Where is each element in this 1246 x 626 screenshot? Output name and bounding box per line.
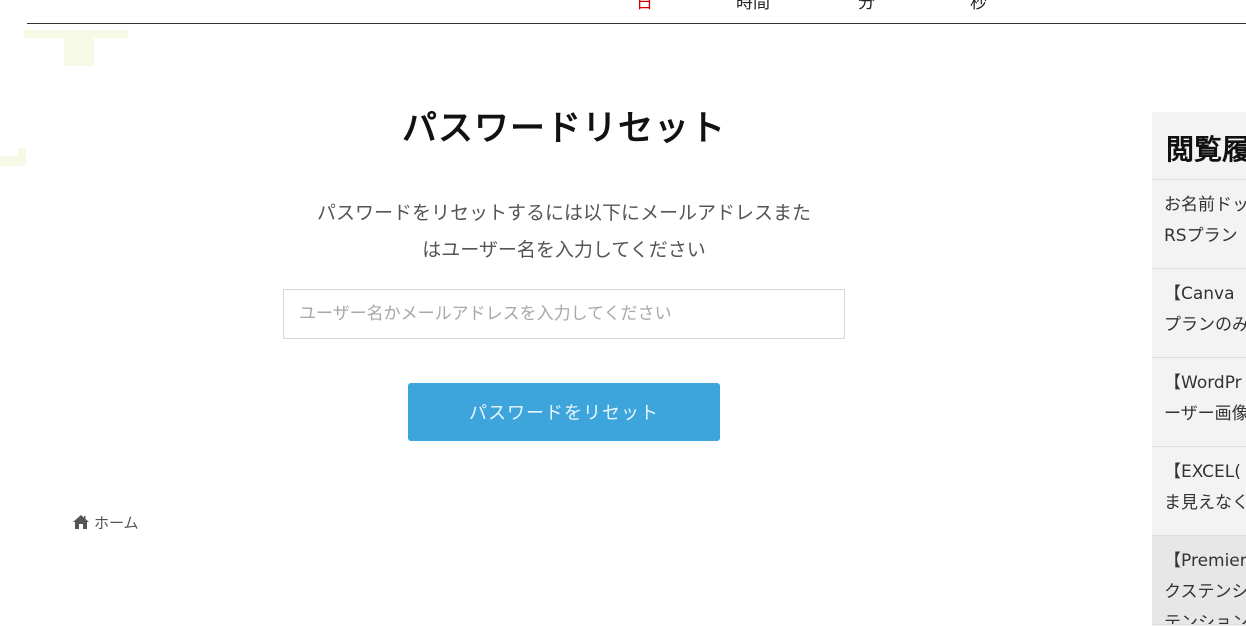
reset-instructions-line: はユーザー名を入力してください xyxy=(422,239,706,261)
history-item-title: 【Premier xyxy=(1164,551,1246,571)
sidebar-heading: 閲覧履 xyxy=(1152,112,1246,180)
history-item-title: お名前ドッ xyxy=(1164,195,1246,215)
history-item-title: RSプラン xyxy=(1164,226,1238,246)
countdown-hour-label: 時間 xyxy=(736,0,770,13)
username-or-email-input[interactable] xyxy=(283,289,845,339)
history-item-title: クステンシ xyxy=(1164,582,1246,602)
background-decoration xyxy=(0,148,26,166)
page-title: パスワードリセット xyxy=(401,109,726,149)
reset-instructions: パスワードをリセットするには以下にメールアドレスまた はユーザー名を入力してくだ… xyxy=(283,195,845,269)
history-item-title: 【Canva xyxy=(1164,284,1235,304)
history-item[interactable]: お名前ドッ RSプラン xyxy=(1152,180,1246,269)
breadcrumb-home-link[interactable]: ホーム xyxy=(94,512,139,533)
history-item-title: 【EXCEL( xyxy=(1164,462,1241,482)
countdown-divider xyxy=(27,23,1246,24)
history-item-title: テンション xyxy=(1164,613,1246,625)
history-item-title: 【WordPr xyxy=(1164,373,1242,393)
history-item-title: ーザー画像 xyxy=(1164,404,1246,424)
countdown-bar: 日 時間 分 秒 xyxy=(0,0,1246,24)
history-item-title: プランのみ xyxy=(1164,315,1246,335)
countdown-minute-label: 分 xyxy=(858,0,875,13)
reset-password-button[interactable]: パスワードをリセット xyxy=(408,383,720,441)
countdown-second-label: 秒 xyxy=(970,0,987,13)
breadcrumb: ホーム xyxy=(72,511,139,533)
reset-instructions-line: パスワードをリセットするには以下にメールアドレスまた xyxy=(316,202,811,224)
history-item-title: ま見えなく xyxy=(1164,493,1246,513)
history-item[interactable]: 【Premier クステンシ テンション xyxy=(1152,536,1246,625)
home-icon xyxy=(73,515,89,529)
history-item[interactable]: 【EXCEL( ま見えなく xyxy=(1152,447,1246,536)
history-item[interactable]: 【WordPr ーザー画像 xyxy=(1152,358,1246,447)
countdown-day-label: 日 xyxy=(636,0,653,13)
history-item[interactable]: 【Canva プランのみ xyxy=(1152,269,1246,358)
history-sidebar: 閲覧履 お名前ドッ RSプラン 【Canva プランのみ 【WordPr ーザー… xyxy=(1152,112,1246,626)
background-decoration xyxy=(24,30,128,66)
